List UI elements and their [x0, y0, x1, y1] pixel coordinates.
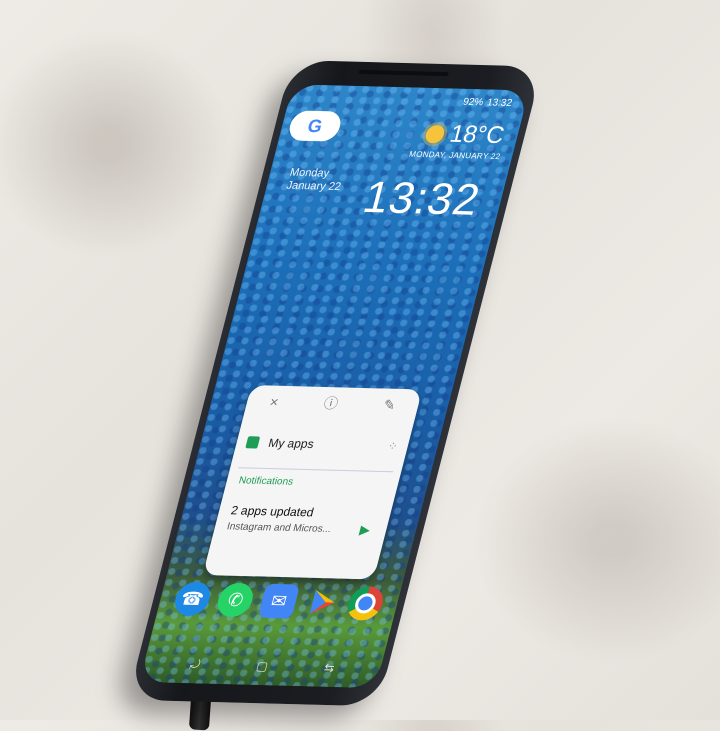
- google-icon: G: [305, 115, 325, 136]
- notification-title[interactable]: 2 apps updated: [229, 503, 315, 519]
- whatsapp-icon[interactable]: ✆: [214, 582, 257, 618]
- status-time: 13:32: [485, 97, 514, 110]
- weather-widget[interactable]: 18°C: [423, 120, 507, 150]
- divider: [238, 467, 394, 473]
- notification-subtitle: Instagram and Micros...: [225, 521, 333, 536]
- home-button-icon[interactable]: ▢: [255, 659, 270, 673]
- earpiece-speaker: [358, 69, 449, 77]
- app-dock: ☎ ✆ ✉: [165, 576, 393, 626]
- battery-text: 92%: [461, 96, 485, 109]
- popup-toolbar: × ⓘ ✎: [243, 385, 422, 421]
- my-apps-icon: [245, 436, 261, 449]
- date-date: January 22: [285, 179, 343, 194]
- inbox-icon[interactable]: ✉: [257, 583, 301, 619]
- date-widget: Monday January 22: [285, 167, 346, 194]
- status-bar: 92% 13:32: [462, 97, 514, 109]
- phone-app-icon[interactable]: ☎: [171, 581, 214, 617]
- navigation-bar: ⤾ ▢ ⇆: [160, 654, 365, 677]
- my-apps-shortcut[interactable]: My apps ⁘: [243, 427, 402, 461]
- temperature: 18°C: [446, 120, 508, 150]
- drag-handle-icon[interactable]: ⁘: [386, 439, 400, 453]
- info-icon[interactable]: ⓘ: [321, 393, 340, 413]
- notifications-label: Notifications: [237, 475, 295, 488]
- weather-date: MONDAY, JANUARY 22: [408, 149, 502, 162]
- sun-icon: [424, 124, 447, 144]
- clock-widget[interactable]: 13:32: [358, 173, 485, 226]
- back-icon[interactable]: ⇆: [323, 661, 337, 675]
- chrome-center: [353, 593, 379, 614]
- close-icon[interactable]: ×: [268, 394, 280, 410]
- chrome-icon[interactable]: [344, 585, 387, 621]
- play-store-small-icon: ▶: [358, 522, 372, 538]
- my-apps-label: My apps: [266, 435, 316, 452]
- app-shortcut-popup: × ⓘ ✎ My apps ⁘ Notifications 2 apps upd…: [202, 385, 423, 580]
- google-search-widget[interactable]: G: [286, 110, 344, 142]
- edit-icon[interactable]: ✎: [382, 396, 398, 413]
- play-store-icon[interactable]: [301, 585, 344, 620]
- recent-apps-icon[interactable]: ⤾: [188, 657, 202, 672]
